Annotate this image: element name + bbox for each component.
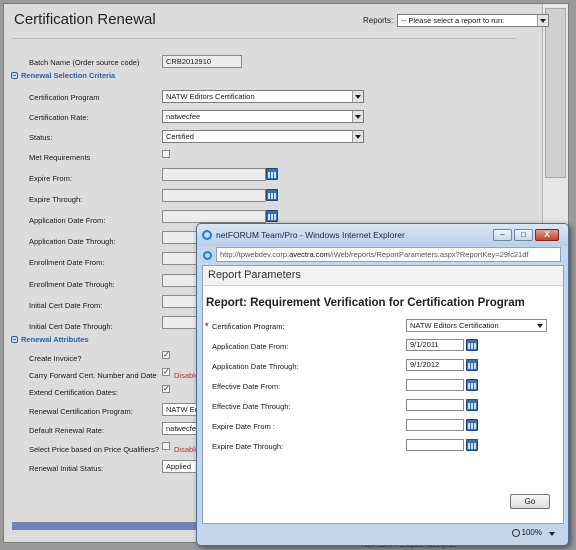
required-marker: * — [205, 321, 209, 331]
cert-program-label: Certification Program: — [212, 322, 285, 331]
eff-from-input[interactable] — [406, 379, 464, 391]
go-button[interactable]: Go — [510, 494, 550, 509]
reports-label: Reports: — [363, 16, 394, 25]
app-date-from-label: Application Date From: — [29, 216, 106, 225]
status-label: Status: — [29, 133, 53, 142]
extend-dates-checkbox[interactable]: ✓ — [162, 385, 170, 393]
renewal-program-label: Renewal Certification Program: — [29, 407, 133, 416]
certification-program-value: NATW Editors Certification — [166, 92, 255, 101]
calendar-icon[interactable] — [466, 339, 478, 351]
certification-rate-value: natwecfee — [166, 112, 201, 121]
calendar-icon[interactable] — [466, 399, 478, 411]
calendar-icon[interactable] — [466, 419, 478, 431]
page-icon — [203, 251, 212, 260]
create-invoice-label: Create Invoice? — [29, 354, 82, 363]
minimize-button[interactable]: – — [493, 229, 512, 241]
initial-cert-from-label: Initial Cert Date From: — [29, 301, 103, 310]
scrollbar-thumb[interactable] — [545, 8, 566, 178]
url-domain: avectra.com — [289, 250, 330, 259]
carry-forward-label: Carry Forward Cert. Number and Date — [29, 371, 157, 380]
zoom-level: 100% — [521, 528, 542, 537]
renewal-selection-header[interactable]: Renewal Selection Criteria — [11, 71, 115, 80]
expire-from-input[interactable] — [162, 168, 266, 181]
calendar-icon[interactable] — [466, 439, 478, 451]
select-price-label: Select Price based on Price Qualifiers? — [29, 445, 160, 454]
browser-status-bar: 100% — [202, 525, 564, 541]
reports-select-value: -- Please select a report to run: — [401, 16, 505, 25]
chevron-down-icon[interactable] — [549, 532, 555, 536]
chevron-down-icon — [537, 15, 549, 26]
report-parameters-header: Report Parameters — [203, 266, 563, 286]
reports-select[interactable]: -- Please select a report to run: — [397, 14, 550, 27]
expire-through-label: Expire Through: — [29, 195, 83, 204]
eff-through-label: Effective Date Through: — [212, 402, 291, 411]
certification-rate-select[interactable]: natwecfee — [162, 110, 364, 123]
chevron-down-icon — [537, 324, 543, 328]
chevron-down-icon — [352, 131, 363, 142]
create-invoice-checkbox[interactable]: ✓ — [162, 351, 170, 359]
zoom-icon — [511, 529, 520, 537]
reports-control: Reports: -- Please select a report to ru… — [363, 14, 550, 27]
exp-from-input[interactable] — [406, 419, 464, 431]
status-select[interactable]: Certified — [162, 130, 364, 143]
renewal-attributes-header[interactable]: Renewal Attributes — [11, 335, 89, 344]
app-date-from-input[interactable] — [162, 210, 266, 223]
calendar-icon[interactable] — [466, 379, 478, 391]
cert-program-value: NATW Editors Certification — [410, 321, 499, 330]
renewal-attributes-title: Renewal Attributes — [21, 335, 89, 344]
exp-through-label: Expire Date Through: — [212, 442, 284, 451]
report-parameters-window: netFORUM Team/Pro - Windows Internet Exp… — [196, 223, 569, 546]
url-prefix: http://tpwebdev.corp. — [220, 250, 290, 259]
maximize-button[interactable]: □ — [514, 229, 533, 241]
certification-rate-label: Certification Rate: — [29, 113, 89, 122]
default-rate-label: Default Renewal Rate: — [29, 426, 105, 435]
page-title: Certification Renewal — [14, 11, 156, 28]
batch-name-input[interactable]: CRB2012910 — [162, 55, 242, 68]
renewal-selection-title: Renewal Selection Criteria — [21, 71, 116, 80]
calendar-icon[interactable] — [266, 189, 278, 201]
chevron-down-icon — [352, 111, 363, 122]
report-title: Report: Requirement Verification for Cer… — [206, 297, 525, 309]
report-parameters-content: Report Parameters Report: Requirement Ve… — [202, 265, 564, 524]
expire-through-input[interactable] — [162, 189, 266, 202]
carry-forward-checkbox[interactable]: ✓ — [162, 368, 170, 376]
header-divider — [12, 38, 516, 39]
close-button[interactable]: X — [535, 229, 559, 241]
collapse-icon — [11, 336, 18, 343]
window-title: netFORUM Team/Pro - Windows Internet Exp… — [216, 230, 405, 240]
met-requirements-checkbox[interactable] — [162, 150, 170, 158]
exp-through-input[interactable] — [406, 439, 464, 451]
collapse-icon — [11, 72, 18, 79]
certification-program-label: Certification Program — [29, 93, 100, 102]
initial-status-label: Renewal Initial Status: — [29, 464, 104, 473]
url-suffix: /iWeb/reports/ReportParameters.aspx?Repo… — [329, 250, 529, 259]
eff-from-label: Effective Date From: — [212, 382, 281, 391]
batch-name-label: Batch Name (Order source code) — [29, 58, 140, 67]
calendar-icon[interactable] — [266, 210, 278, 222]
certification-program-select[interactable]: NATW Editors Certification — [162, 90, 364, 103]
app-from-input[interactable]: 9/1/2011 — [406, 339, 464, 351]
extend-dates-label: Extend Certification Dates: — [29, 388, 118, 397]
status-value: Certified — [166, 132, 194, 141]
exp-from-label: Expire Date From : — [212, 422, 275, 431]
window-titlebar[interactable]: netFORUM Team/Pro - Windows Internet Exp… — [197, 224, 568, 246]
met-requirements-label: Met Requirements — [29, 153, 91, 162]
app-from-label: Application Date From: — [212, 342, 289, 351]
enroll-date-from-label: Enrollment Date From: — [29, 258, 105, 267]
internet-explorer-icon — [202, 230, 212, 240]
expire-from-label: Expire From: — [29, 174, 72, 183]
app-through-label: Application Date Through: — [212, 362, 299, 371]
calendar-icon[interactable] — [266, 168, 278, 180]
eff-through-input[interactable] — [406, 399, 464, 411]
calendar-icon[interactable] — [466, 359, 478, 371]
address-bar[interactable]: http://tpwebdev.corp.avectra.com/iWeb/re… — [216, 247, 561, 262]
select-price-checkbox[interactable] — [162, 442, 170, 450]
chevron-down-icon — [352, 91, 363, 102]
cert-program-select[interactable]: NATW Editors Certification — [406, 319, 547, 332]
initial-cert-through-label: Initial Cert Date Through: — [29, 322, 113, 331]
zoom-control[interactable]: 100% — [511, 525, 542, 541]
app-date-through-label: Application Date Through: — [29, 237, 116, 246]
enroll-date-through-label: Enrollment Date Through: — [29, 280, 115, 289]
app-through-input[interactable]: 9/1/2012 — [406, 359, 464, 371]
